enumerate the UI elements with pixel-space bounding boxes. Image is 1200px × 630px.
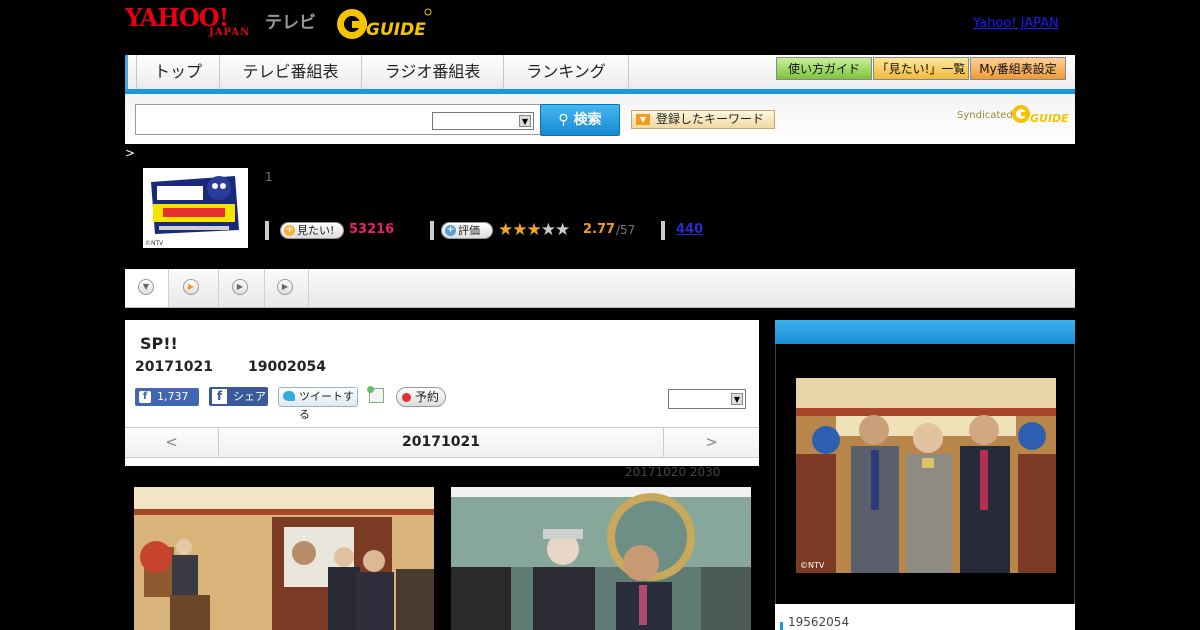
search-icon: ⚲	[558, 112, 569, 128]
rate-button[interactable]: + 評価	[441, 222, 493, 239]
yahoo-japan-logo-text: JAPAN	[209, 27, 251, 38]
side-photo-credit: ©NTV	[800, 561, 825, 570]
usage-guide-button[interactable]: 使い方ガイド	[776, 57, 872, 80]
tab-radio-listings[interactable]: ラジオ番組表	[362, 55, 504, 89]
episode-time: 19002054	[248, 359, 326, 375]
section-tab-2[interactable]: ▶	[169, 269, 219, 307]
rating-stars: ★★★★★	[498, 220, 570, 240]
review-count-link[interactable]: 440	[676, 222, 703, 237]
episode-select[interactable]: ▼	[668, 389, 746, 409]
mitai-count: 53216	[349, 222, 395, 237]
header: YAHOO! JAPAN テレビ GUIDE Yahoo! JAPAN	[125, 0, 1075, 55]
star-icon: ★	[555, 220, 570, 240]
episode-panel: SP!! 20171021 19002054 f 1,737 f シェア ツイー…	[125, 320, 759, 466]
episode-photo-2[interactable]	[451, 487, 751, 630]
tab-ranking[interactable]: ランキング	[504, 55, 629, 89]
play-circle-icon: ▶	[183, 279, 199, 295]
aired-datetime: 20171020 2030	[625, 465, 721, 479]
registered-keywords-label: 登録したキーワード	[656, 112, 765, 126]
tv-label: テレビ	[265, 13, 316, 33]
divider	[430, 221, 434, 240]
play-circle-icon: ▶	[277, 279, 293, 295]
rating-value: 2.77	[583, 222, 616, 237]
mitai-button[interactable]: + 見たい!	[280, 222, 344, 239]
plus-dot-icon	[367, 386, 374, 393]
tab-tv-listings[interactable]: テレビ番組表	[220, 55, 362, 89]
twitter-bird-icon	[283, 391, 295, 401]
episode-nav-date: 20171021	[402, 434, 480, 450]
star-icon: ★	[498, 220, 513, 240]
facebook-share-button[interactable]: f シェア	[209, 387, 268, 406]
section-tab-4[interactable]: ▶	[265, 269, 309, 307]
search-category-select[interactable]: ▼	[432, 112, 534, 130]
side-panel-header	[775, 320, 1075, 344]
registered-keywords-button[interactable]: ▼ 登録したキーワード	[631, 110, 775, 129]
next-episode-button[interactable]: >	[663, 428, 759, 457]
gguide-small-logo: GUIDE	[1012, 105, 1069, 125]
episode-date-nav: < 20171021 >	[125, 427, 759, 458]
side-photo[interactable]: ©NTV	[796, 378, 1056, 573]
mitai-button-label: 見たい!	[297, 224, 335, 237]
record-icon	[402, 393, 411, 402]
facebook-like-count: 1,737	[157, 390, 189, 403]
section-tab-1[interactable]: ▼	[125, 269, 169, 307]
syndicated-label: Syndicated	[957, 110, 1013, 121]
prev-episode-button[interactable]: <	[125, 428, 219, 457]
section-tab-3[interactable]: ▶	[219, 269, 265, 307]
side-panel: ©NTV 19562054	[775, 320, 1075, 630]
side-accent-bar	[780, 622, 783, 630]
plus-icon: +	[284, 225, 295, 236]
facebook-share-label: シェア	[233, 390, 266, 403]
search-button[interactable]: ⚲ 検索	[540, 104, 620, 136]
episode-title: SP!!	[140, 334, 178, 353]
thumb-credit: ©NTV	[145, 240, 164, 247]
reserve-label: 予約	[415, 390, 440, 404]
episode-date: 20171021	[135, 359, 213, 375]
search-button-label: 検索	[573, 112, 602, 128]
facebook-icon: f	[212, 389, 227, 404]
triangle-down-icon: ▼	[636, 114, 650, 125]
reserve-recording-button[interactable]: 予約	[396, 387, 446, 407]
tweet-label: ツイートする	[299, 390, 354, 421]
divider	[265, 221, 269, 240]
star-icon: ★	[512, 220, 527, 240]
tweet-button[interactable]: ツイートする	[278, 387, 358, 421]
search-bar: ▼ ⚲ 検索 ▼ 登録したキーワード Syndicated GUIDE	[125, 94, 1075, 144]
program-thumbnail[interactable]: ©NTV	[143, 168, 248, 248]
program-episode-number: 1	[265, 170, 273, 184]
star-icon: ★	[540, 220, 556, 240]
side-count: 19562054	[788, 615, 850, 629]
tab-top[interactable]: トップ	[136, 55, 220, 89]
facebook-like-button[interactable]: f 1,737	[135, 388, 199, 406]
main-nav: トップ テレビ番組表 ラジオ番組表 ランキング 使い方ガイド 「見たい!」一覧 …	[125, 55, 1075, 93]
chevron-down-icon: ▼	[731, 393, 743, 405]
svg-text:GUIDE: GUIDE	[1030, 112, 1069, 125]
chevron-down-circle-icon: ▼	[138, 279, 154, 295]
mitai-list-button[interactable]: 「見たい!」一覧	[873, 57, 969, 80]
page: YAHOO! JAPAN テレビ GUIDE Yahoo! JAPAN トップ …	[125, 0, 1075, 630]
side-panel-body: ©NTV 19562054	[775, 344, 1075, 629]
episode-photo-1[interactable]	[134, 487, 434, 630]
facebook-icon: f	[139, 391, 151, 403]
breadcrumb[interactable]: >	[125, 146, 135, 160]
rating-total: /57	[616, 223, 636, 237]
chevron-down-icon: ▼	[519, 115, 531, 127]
play-circle-icon: ▶	[232, 279, 248, 295]
star-half-icon: ★	[526, 220, 542, 240]
section-tab-bar: ▼ ▶ ▶ ▶	[125, 269, 1075, 308]
gguide-logo[interactable]: GUIDE	[335, 6, 433, 42]
gguide-logo-text: GUIDE	[366, 20, 426, 40]
divider	[661, 221, 665, 240]
add-calendar-icon[interactable]	[367, 386, 384, 403]
rate-button-label: 評価	[458, 224, 480, 237]
plus-icon: +	[445, 225, 456, 236]
yahoo-japan-link[interactable]: Yahoo! JAPAN	[973, 16, 1059, 31]
my-listings-settings-button[interactable]: My番組表設定	[970, 57, 1066, 80]
